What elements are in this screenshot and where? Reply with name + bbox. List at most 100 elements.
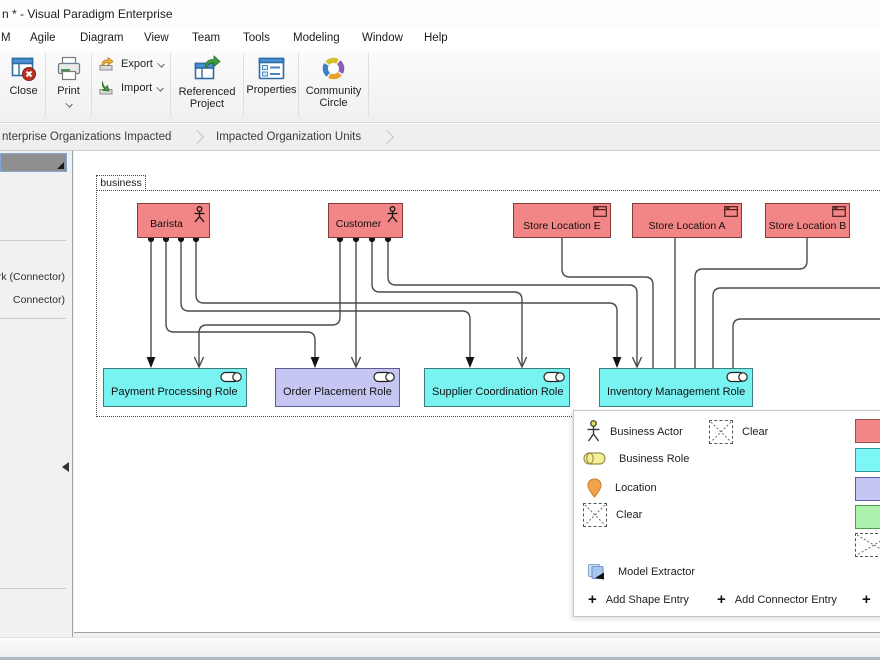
shape-label: Store Location E [523,210,601,232]
close-window-icon [11,56,37,82]
export-icon [99,57,116,71]
palette-item-connector-1[interactable]: ork (Connector) [0,271,65,283]
close-label: Close [9,85,37,97]
print-button[interactable]: Print [47,56,90,107]
clear-icon [709,420,733,444]
breadcrumb-item-parent[interactable]: nterprise Organizations Impacted [2,131,171,143]
legend-label: Clear [742,426,768,438]
menu-item-help[interactable]: Help [424,32,448,44]
shape-business-actor-customer[interactable]: Customer [328,203,403,238]
menu-item-tools[interactable]: Tools [243,32,270,44]
toolbar-separator [45,53,46,117]
menu-item-window[interactable]: Window [362,32,403,44]
shape-label: Order Placement Role [283,386,392,398]
plus-icon: + [862,591,871,608]
toolbar-separator [243,53,244,117]
import-dropdown-chevron-icon[interactable] [156,84,163,91]
shape-store-location-a[interactable]: Store Location A [632,203,742,238]
status-bar [0,637,880,660]
menu-item-modeling[interactable]: Modeling [293,32,340,44]
palette-collapse-arrow-icon[interactable] [62,462,69,472]
shape-business-actor-barista[interactable]: Barista [137,203,210,238]
business-actor-icon [386,206,399,223]
title-bar: n * - Visual Paradigm Enterprise [0,0,880,27]
referenced-project-icon [192,55,222,83]
print-dropdown-chevron-icon[interactable] [65,100,72,107]
palette-item-connector-2[interactable]: Connector) [0,294,65,306]
add-entry-button-cutoff[interactable]: + [862,591,871,608]
palette-selected-tool[interactable] [0,153,67,172]
menu-item-diagram[interactable]: Diagram [80,32,123,44]
window-title: n * - Visual Paradigm Enterprise [2,7,173,21]
business-role-icon [726,371,749,383]
menu-item-team[interactable]: Team [192,32,220,44]
properties-button[interactable]: Properties [245,56,298,96]
color-swatch-red[interactable] [855,419,880,443]
export-label: Export [121,58,153,70]
diagram-palette-panel: ork (Connector) Connector) [0,151,73,637]
add-shape-entry-label: Add Shape Entry [606,594,689,606]
legend-label: Business Role [619,453,689,465]
legend-label: Business Actor [610,426,683,438]
import-icon [99,81,116,95]
import-button[interactable]: Import [99,81,163,95]
referenced-project-button[interactable]: Referenced Project [172,55,242,110]
main-area: ork (Connector) Connector) business [0,151,880,637]
plus-icon: + [588,591,597,608]
shape-inventory-management-role[interactable]: Inventory Management Role [599,368,753,407]
shape-payment-processing-role[interactable]: Payment Processing Role [103,368,247,407]
menu-item-fragment[interactable]: M [1,32,11,44]
breadcrumb-item-current[interactable]: Impacted Organization Units [216,131,361,143]
import-label: Import [121,82,152,94]
shape-label: Payment Processing Role [111,386,238,398]
color-swatch-cyan[interactable] [855,448,880,472]
model-extractor-item[interactable]: Model Extractor [587,563,695,580]
shape-label: Supplier Coordination Role [432,386,563,398]
clear-icon [583,503,607,527]
shape-order-placement-role[interactable]: Order Placement Role [275,368,400,407]
properties-label: Properties [246,84,296,96]
toolbar-separator [91,53,92,117]
add-connector-entry-label: Add Connector Entry [735,594,837,606]
legend-popup: Business Actor Business Role Location [573,410,880,617]
business-actor-icon [586,420,601,443]
legend-business-actor[interactable]: Business Actor [586,420,683,443]
legend-clear-connector[interactable]: Clear [709,420,768,444]
model-extractor-icon [587,563,608,580]
export-dropdown-chevron-icon[interactable] [157,60,164,67]
palette-more-triangle-icon [57,162,64,169]
breadcrumb-chevron-icon [380,130,394,144]
legend-location[interactable]: Location [587,478,657,498]
business-role-icon [583,451,608,466]
business-actor-icon [193,206,206,223]
shape-supplier-coordination-role[interactable]: Supplier Coordination Role [424,368,570,407]
community-circle-icon [320,55,347,82]
add-connector-entry-button[interactable]: + Add Connector Entry [717,591,837,608]
legend-label: Location [615,482,657,494]
breadcrumb: nterprise Organizations Impacted Impacte… [0,124,880,151]
organization-unit-icon [593,206,607,217]
print-label: Print [57,85,80,97]
menu-item-agile[interactable]: Agile [30,32,56,44]
shape-label: Inventory Management Role [607,386,745,398]
legend-label: Clear [616,509,642,521]
legend-business-role[interactable]: Business Role [583,451,689,466]
color-swatch-lavender[interactable] [855,477,880,501]
toolbar-separator [298,53,299,117]
shape-label: Barista [150,212,197,230]
menu-item-view[interactable]: View [144,32,169,44]
export-button[interactable]: Export [99,57,164,71]
color-swatch-clear[interactable] [855,533,880,557]
organization-unit-icon [724,206,738,217]
color-swatch-green[interactable] [855,505,880,529]
shape-store-location-e[interactable]: Store Location E [513,203,611,238]
community-circle-label-1: Community [306,85,362,97]
legend-clear-shape[interactable]: Clear [583,503,642,527]
close-button[interactable]: Close [2,56,45,97]
shape-store-location-b[interactable]: Store Location B [765,203,850,238]
shape-label: Store Location A [648,210,725,232]
menu-bar: M Agile Diagram View Team Tools Modeling… [0,27,880,50]
community-circle-button[interactable]: Community Circle [300,55,367,109]
add-shape-entry-button[interactable]: + Add Shape Entry [588,591,689,608]
diagram-canvas[interactable]: business [74,151,880,633]
